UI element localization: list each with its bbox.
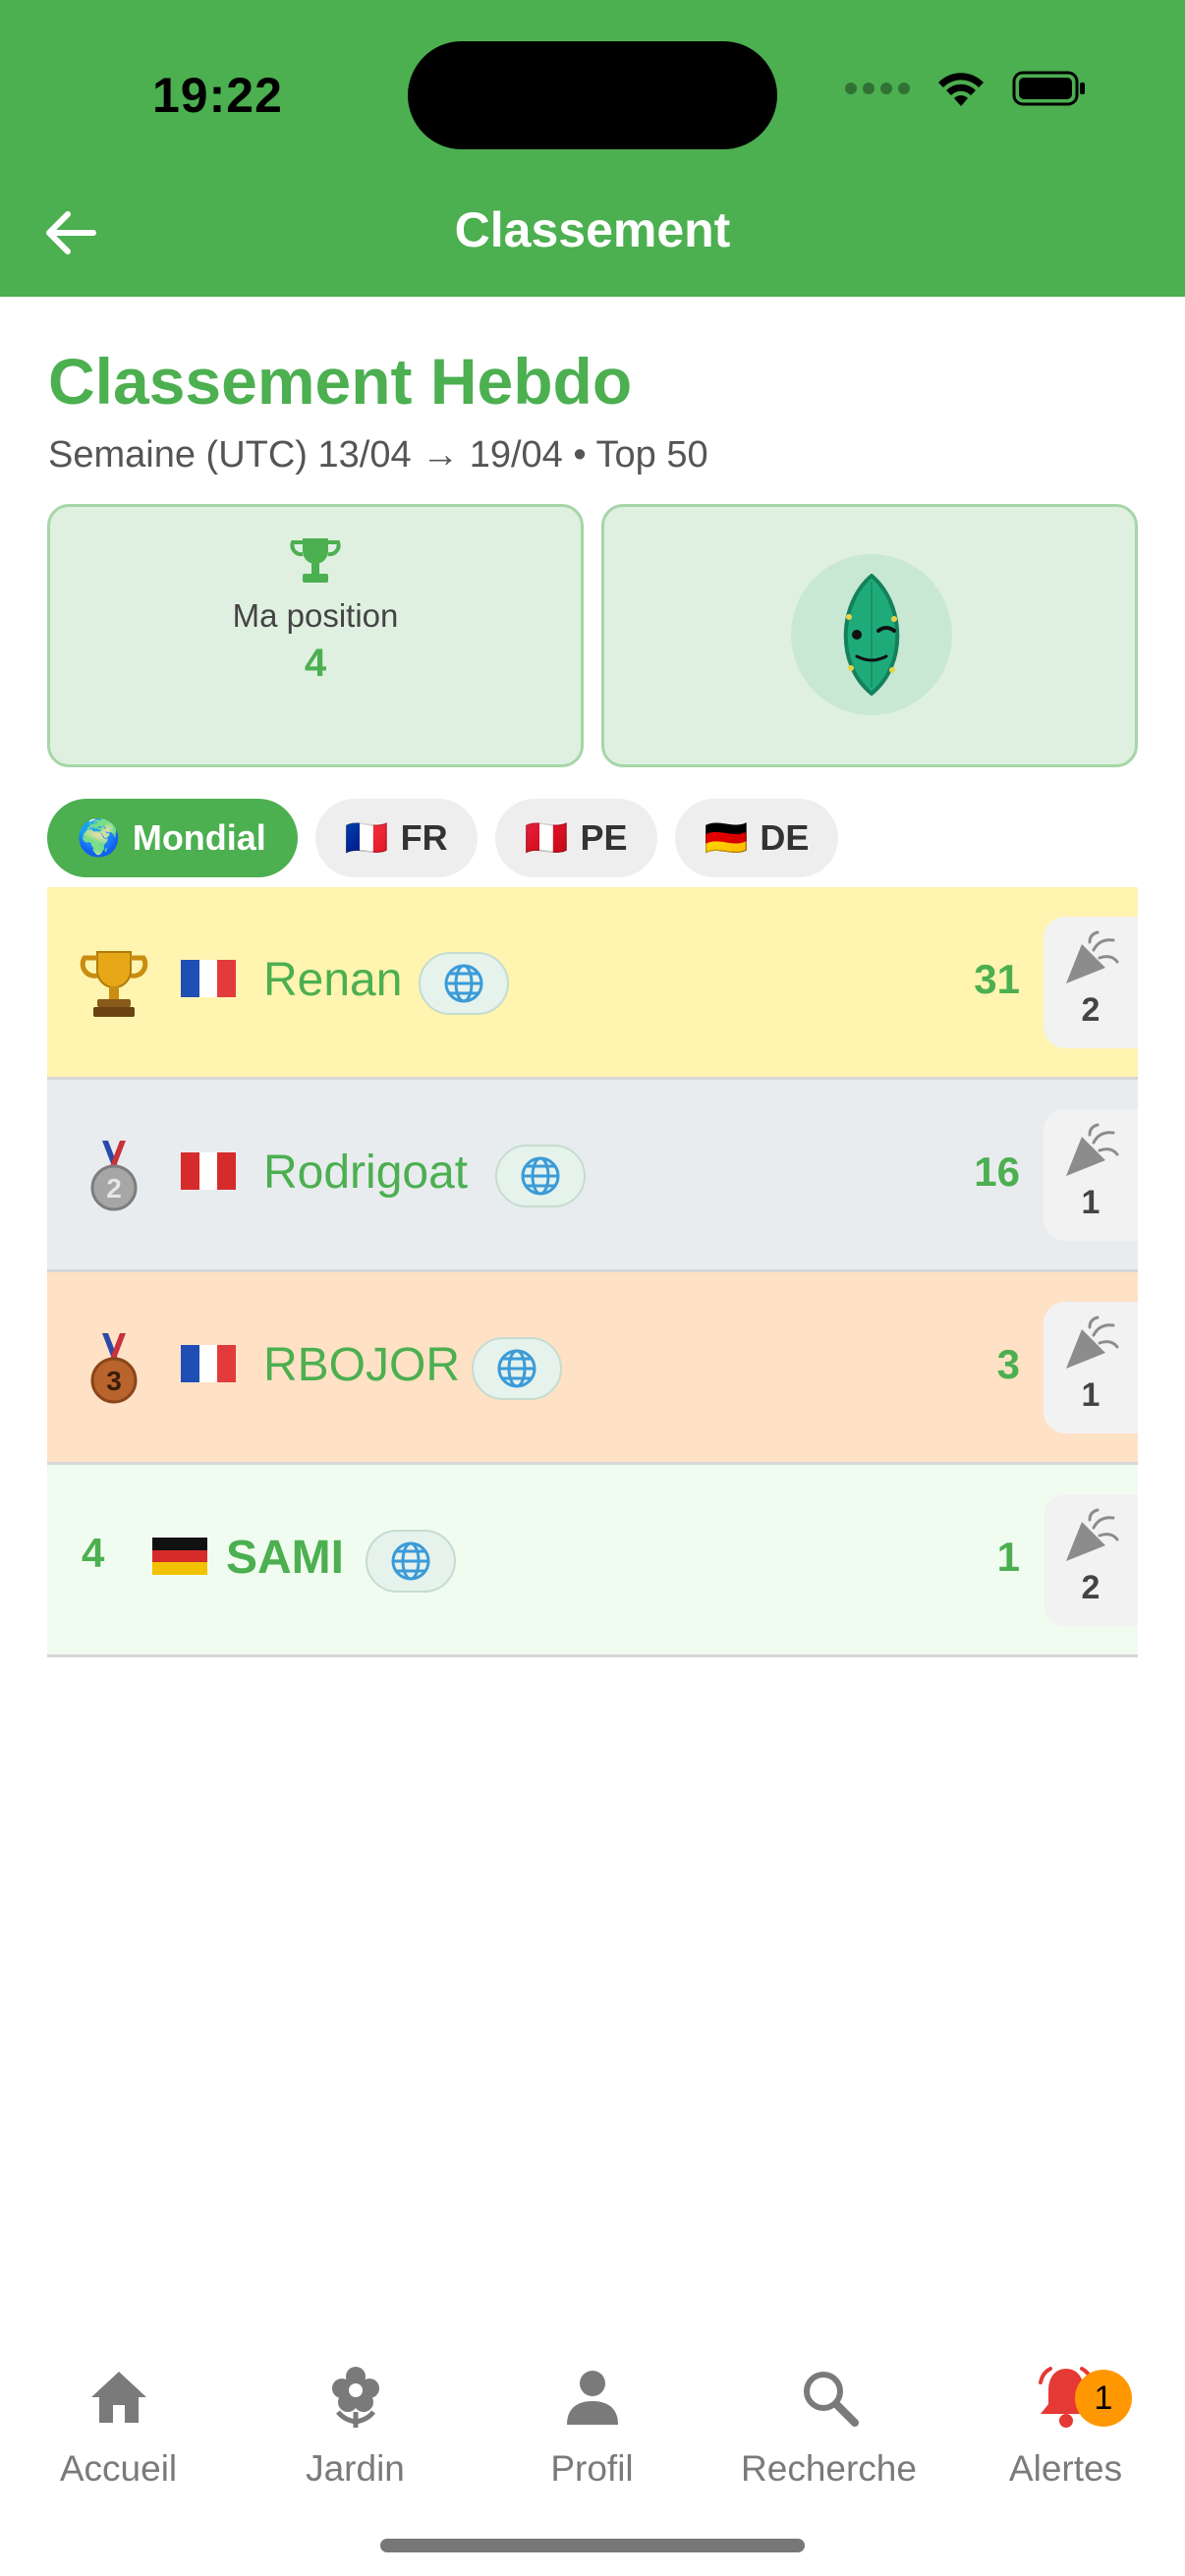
global-scope-badge — [419, 952, 509, 1015]
player-score: 3 — [996, 1341, 1020, 1387]
peru-flag-icon: 🇵🇪 — [524, 817, 569, 858]
silver-medal-icon: 2 — [77, 1139, 151, 1213]
home-icon — [90, 2372, 146, 2423]
filter-chip-de[interactable]: 🇩🇪 DE — [674, 799, 839, 877]
svg-text:2: 2 — [106, 1173, 122, 1204]
player-name[interactable]: SAMI — [226, 1531, 344, 1585]
globe-emoji-icon: 🌍 — [77, 817, 121, 858]
party-popper-icon — [1066, 1508, 1119, 1561]
germany-flag-icon — [152, 1538, 207, 1580]
filter-chip-label: PE — [580, 817, 628, 858]
search-icon — [803, 2372, 859, 2427]
tab-label: Accueil — [59, 2448, 178, 2489]
leaderboard-list: Renan 31 2 2 Rodrigoat 16 1 3 RBOJOR 3 1… — [47, 887, 1138, 1657]
cheer-button[interactable]: 2 — [1044, 917, 1138, 1048]
home-indicator — [380, 2539, 805, 2552]
page-title: Classement Hebdo — [48, 345, 633, 418]
cheer-count: 1 — [1081, 1376, 1100, 1414]
person-icon — [566, 2371, 618, 2425]
scope-filter-chips: 🌍 Mondial 🇫🇷 FR 🇵🇪 PE 🇩🇪 DE — [47, 799, 839, 877]
germany-flag-icon: 🇩🇪 — [704, 817, 749, 858]
party-popper-icon — [1066, 930, 1119, 983]
tab-accueil[interactable]: Accueil — [0, 2358, 237, 2490]
cheer-count: 2 — [1081, 991, 1100, 1029]
player-name[interactable]: Rodrigoat — [263, 1146, 468, 1200]
globe-icon — [497, 1349, 536, 1388]
trophy-icon — [77, 946, 151, 1021]
player-score: 16 — [974, 1148, 1020, 1195]
status-time: 19:22 — [152, 68, 283, 123]
filter-chip-label: DE — [760, 817, 810, 858]
my-position-value: 4 — [304, 642, 327, 685]
global-scope-badge — [472, 1337, 562, 1400]
player-name[interactable]: Renan — [263, 953, 402, 1007]
cheer-count: 1 — [1081, 1184, 1100, 1221]
cellular-signal-icon — [845, 83, 910, 94]
cheer-button[interactable]: 1 — [1044, 1109, 1138, 1241]
filter-chip-label: FR — [400, 817, 448, 858]
bronze-medal-icon: 3 — [77, 1331, 151, 1406]
filter-chip-fr[interactable]: 🇫🇷 FR — [314, 799, 478, 877]
tab-label: Profil — [550, 2448, 634, 2489]
alerts-count-badge: 1 — [1075, 2370, 1132, 2427]
dynamic-island — [408, 41, 777, 149]
leaderboard-row[interactable]: 2 Rodrigoat 16 1 — [47, 1080, 1138, 1272]
filter-chip-mondial[interactable]: 🌍 Mondial — [47, 799, 298, 877]
week-subtitle: Semaine (UTC) 13/04 → 19/04 • Top 50 — [48, 434, 708, 476]
tab-label: Jardin — [306, 2448, 405, 2489]
global-scope-badge — [366, 1530, 456, 1593]
tab-profil[interactable]: Profil — [474, 2358, 710, 2490]
player-name[interactable]: RBOJOR — [263, 1338, 460, 1392]
header-title: Classement — [454, 202, 731, 257]
leaderboard-row[interactable]: 4 SAMI 1 2 — [47, 1465, 1138, 1657]
filter-chip-label: Mondial — [132, 817, 266, 858]
france-flag-icon: 🇫🇷 — [344, 817, 389, 858]
avatar — [791, 554, 952, 715]
cheer-count: 2 — [1081, 1569, 1100, 1606]
peru-flag-icon — [181, 1152, 236, 1195]
leaderboard-row[interactable]: Renan 31 2 — [47, 887, 1138, 1080]
battery-icon — [1012, 71, 1085, 106]
player-score: 31 — [974, 956, 1020, 1002]
leaf-mascot-icon — [843, 574, 900, 696]
my-position-card: Ma position 4 — [47, 504, 584, 767]
leaderboard-row[interactable]: 3 RBOJOR 3 1 — [47, 1272, 1138, 1465]
tab-alertes[interactable]: Alertes — [947, 2358, 1184, 2490]
flower-icon — [331, 2367, 379, 2428]
party-popper-icon — [1066, 1316, 1119, 1369]
party-popper-icon — [1066, 1123, 1119, 1176]
cheer-button[interactable]: 2 — [1044, 1494, 1138, 1626]
filter-chip-pe[interactable]: 🇵🇪 PE — [494, 799, 657, 877]
globe-icon — [444, 964, 483, 1003]
tab-jardin[interactable]: Jardin — [237, 2358, 474, 2490]
status-icons — [845, 69, 1087, 108]
france-flag-icon — [181, 960, 236, 1002]
tab-label: Recherche — [741, 2448, 917, 2489]
wifi-icon — [938, 73, 984, 106]
mascot-card[interactable] — [601, 504, 1138, 767]
app-header: 19:22 Classement — [0, 0, 1185, 297]
globe-icon — [391, 1541, 430, 1581]
player-score: 1 — [996, 1534, 1020, 1580]
france-flag-icon — [181, 1345, 236, 1387]
trophy-icon — [290, 538, 341, 583]
svg-text:3: 3 — [106, 1366, 122, 1396]
global-scope-badge — [495, 1145, 586, 1207]
rank-number: 4 — [82, 1530, 105, 1576]
cheer-button[interactable]: 1 — [1044, 1302, 1138, 1433]
my-position-label: Ma position — [232, 597, 399, 634]
tab-recherche[interactable]: Recherche — [710, 2358, 947, 2490]
globe-icon — [521, 1156, 560, 1196]
tab-label: Alertes — [1008, 2448, 1123, 2489]
